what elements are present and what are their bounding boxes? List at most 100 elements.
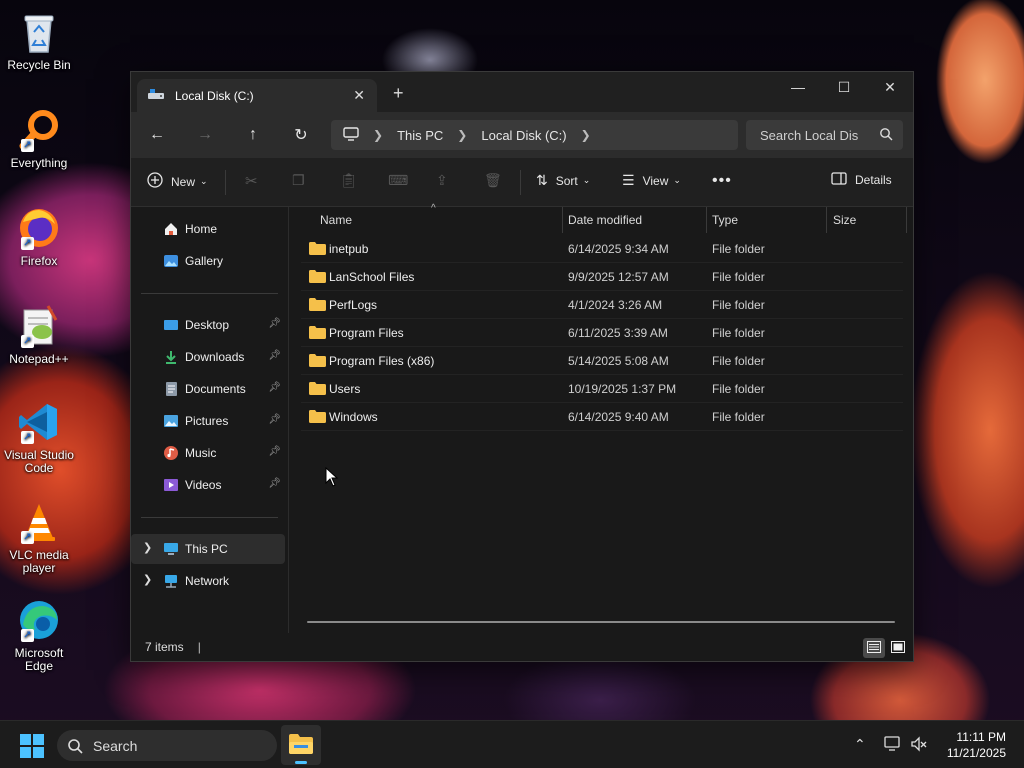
details-view-button[interactable] bbox=[863, 638, 885, 658]
start-button[interactable] bbox=[20, 734, 44, 761]
column-header-size[interactable]: Size bbox=[833, 213, 856, 227]
cell-name: Program Files bbox=[329, 325, 404, 340]
speaker-muted-icon[interactable] bbox=[910, 736, 928, 755]
cut-button[interactable]: ✂ bbox=[245, 172, 258, 190]
table-row[interactable]: Users 10/19/2025 1:37 PM File folder bbox=[301, 375, 903, 403]
chevron-right-icon[interactable]: ❯ bbox=[581, 128, 591, 142]
column-headers: ^ Name Date modified Type Size bbox=[289, 203, 913, 233]
vlc-icon: ↗ bbox=[15, 498, 63, 546]
paste-button[interactable]: 📋︎ bbox=[340, 172, 358, 189]
desktop-icon-label: Everything bbox=[10, 156, 68, 170]
pin-icon[interactable]: 📌︎ bbox=[268, 446, 281, 457]
taskbar-file-explorer[interactable] bbox=[281, 725, 321, 765]
desktop-icon-edge[interactable]: ↗ Microsoft Edge bbox=[4, 596, 74, 673]
nav-item-videos[interactable]: Videos 📌︎ bbox=[131, 470, 285, 500]
edge-icon: ↗ bbox=[15, 596, 63, 644]
pin-icon[interactable]: 📌︎ bbox=[268, 478, 281, 489]
rename-button[interactable]: ⌨︎ bbox=[388, 172, 408, 189]
breadcrumb-this-pc[interactable]: This PC bbox=[397, 128, 443, 143]
tab-local-disk[interactable]: Local Disk (C:) ✕ bbox=[137, 79, 377, 112]
chevron-down-icon: ⌄ bbox=[200, 176, 208, 186]
sort-button[interactable]: ⇅ Sort ⌄ bbox=[536, 172, 590, 189]
folder-icon bbox=[309, 410, 326, 423]
table-row[interactable]: Program Files 6/11/2025 3:39 AM File fol… bbox=[301, 319, 903, 347]
desktop-icon-firefox[interactable]: ↗ Firefox bbox=[4, 204, 74, 268]
copy-button[interactable]: ❐ bbox=[292, 172, 305, 189]
desktop-icon-vscode[interactable]: ↗ Visual Studio Code bbox=[4, 398, 74, 475]
minimize-button[interactable]: — bbox=[775, 72, 821, 102]
nav-item-home[interactable]: Home bbox=[131, 214, 285, 244]
tiles-view-button[interactable] bbox=[887, 638, 909, 658]
address-bar[interactable]: ❯ This PC ❯ Local Disk (C:) ❯ bbox=[331, 120, 738, 150]
nav-item-documents[interactable]: Documents 📌︎ bbox=[131, 374, 285, 404]
cell-type: File folder bbox=[712, 297, 765, 312]
forward-button[interactable]: → bbox=[193, 124, 217, 146]
share-button[interactable]: ⇪ bbox=[436, 172, 448, 189]
column-header-type[interactable]: Type bbox=[712, 213, 738, 227]
pin-icon[interactable]: 📌︎ bbox=[268, 318, 281, 329]
forward-arrow-icon: → bbox=[197, 126, 213, 143]
maximize-button[interactable]: ☐ bbox=[821, 72, 867, 102]
breadcrumb-local-disk[interactable]: Local Disk (C:) bbox=[481, 128, 566, 143]
downloads-icon bbox=[163, 349, 179, 365]
cell-date: 5/14/2025 5:08 AM bbox=[568, 353, 669, 368]
pin-icon[interactable]: 📌︎ bbox=[268, 414, 281, 425]
refresh-button[interactable]: ↻ bbox=[289, 124, 313, 146]
nav-item-pictures[interactable]: Pictures 📌︎ bbox=[131, 406, 285, 436]
network-status-icon[interactable] bbox=[884, 736, 902, 755]
pin-icon[interactable]: 📌︎ bbox=[268, 350, 281, 361]
desktop-folder-icon bbox=[163, 317, 179, 333]
chevron-right-icon: ❯ bbox=[373, 128, 384, 142]
new-button[interactable]: New ⌄ bbox=[147, 172, 208, 191]
column-divider[interactable] bbox=[562, 207, 563, 233]
close-button[interactable]: ✕ bbox=[867, 72, 913, 102]
chevron-right-icon[interactable]: ❯ bbox=[143, 573, 152, 586]
table-row[interactable]: Windows 6/14/2025 9:40 AM File folder bbox=[301, 403, 903, 431]
column-divider[interactable] bbox=[906, 207, 907, 233]
divider bbox=[520, 170, 521, 195]
taskbar-search[interactable]: Search bbox=[57, 730, 277, 761]
chevron-up-icon[interactable]: ⌃ bbox=[854, 736, 866, 753]
desktop-icon-everything[interactable]: ↗ Everything bbox=[4, 106, 74, 170]
table-row[interactable]: LanSchool Files 9/9/2025 12:57 AM File f… bbox=[301, 263, 903, 291]
column-divider[interactable] bbox=[706, 207, 707, 233]
shortcut-arrow-icon: ↗ bbox=[21, 139, 34, 152]
chevron-right-icon[interactable]: ❯ bbox=[143, 541, 152, 554]
nav-item-this-pc[interactable]: ❯ This PC bbox=[131, 534, 285, 564]
nav-item-music[interactable]: Music 📌︎ bbox=[131, 438, 285, 468]
view-button[interactable]: ☰ View ⌄ bbox=[622, 172, 681, 189]
search-input[interactable]: Search Local Dis bbox=[746, 120, 903, 150]
desktop-icon-notepad-plus-plus[interactable]: ↗ Notepad++ bbox=[4, 302, 74, 366]
table-row[interactable]: PerfLogs 4/1/2024 3:26 AM File folder bbox=[301, 291, 903, 319]
nav-item-network[interactable]: ❯ Network bbox=[131, 566, 285, 596]
nav-item-desktop[interactable]: Desktop 📌︎ bbox=[131, 310, 285, 340]
nav-item-gallery[interactable]: Gallery bbox=[131, 246, 285, 276]
up-button[interactable]: ↑ bbox=[241, 124, 265, 146]
title-bar: Local Disk (C:) ✕ + — ☐ ✕ bbox=[131, 72, 913, 112]
new-tab-button[interactable]: + bbox=[393, 83, 404, 104]
details-pane-button[interactable]: Details bbox=[831, 172, 892, 188]
desktop-icon-recycle-bin[interactable]: Recycle Bin bbox=[4, 8, 74, 72]
search-icon bbox=[67, 738, 83, 757]
column-header-name[interactable]: Name bbox=[320, 213, 352, 227]
desktop-icon-label: Notepad++ bbox=[9, 352, 69, 366]
desktop-icon-vlc[interactable]: ↗ VLC media player bbox=[4, 498, 74, 575]
details-view-icon bbox=[867, 640, 881, 656]
more-options-button[interactable]: ••• bbox=[712, 172, 732, 190]
delete-button[interactable]: 🗑︎ bbox=[484, 172, 502, 189]
pin-icon[interactable]: 📌︎ bbox=[268, 382, 281, 393]
back-button[interactable]: ← bbox=[145, 124, 169, 146]
sort-ascending-icon: ^ bbox=[431, 203, 436, 214]
nav-item-downloads[interactable]: Downloads 📌︎ bbox=[131, 342, 285, 372]
taskbar-search-label: Search bbox=[93, 737, 138, 754]
horizontal-scrollbar[interactable] bbox=[307, 621, 895, 623]
column-divider[interactable] bbox=[826, 207, 827, 233]
clipboard-icon: 📋︎ bbox=[340, 172, 358, 188]
system-clock[interactable]: 11:11 PM 11/21/2025 bbox=[947, 729, 1006, 761]
desktop-icon-label: Recycle Bin bbox=[7, 58, 71, 72]
table-row[interactable]: inetpub 6/14/2025 9:34 AM File folder bbox=[301, 235, 903, 263]
column-header-date-modified[interactable]: Date modified bbox=[568, 213, 642, 227]
table-row[interactable]: Program Files (x86) 5/14/2025 5:08 AM Fi… bbox=[301, 347, 903, 375]
view-list-icon: ☰ bbox=[622, 172, 635, 188]
tab-close-button[interactable]: ✕ bbox=[353, 87, 365, 104]
